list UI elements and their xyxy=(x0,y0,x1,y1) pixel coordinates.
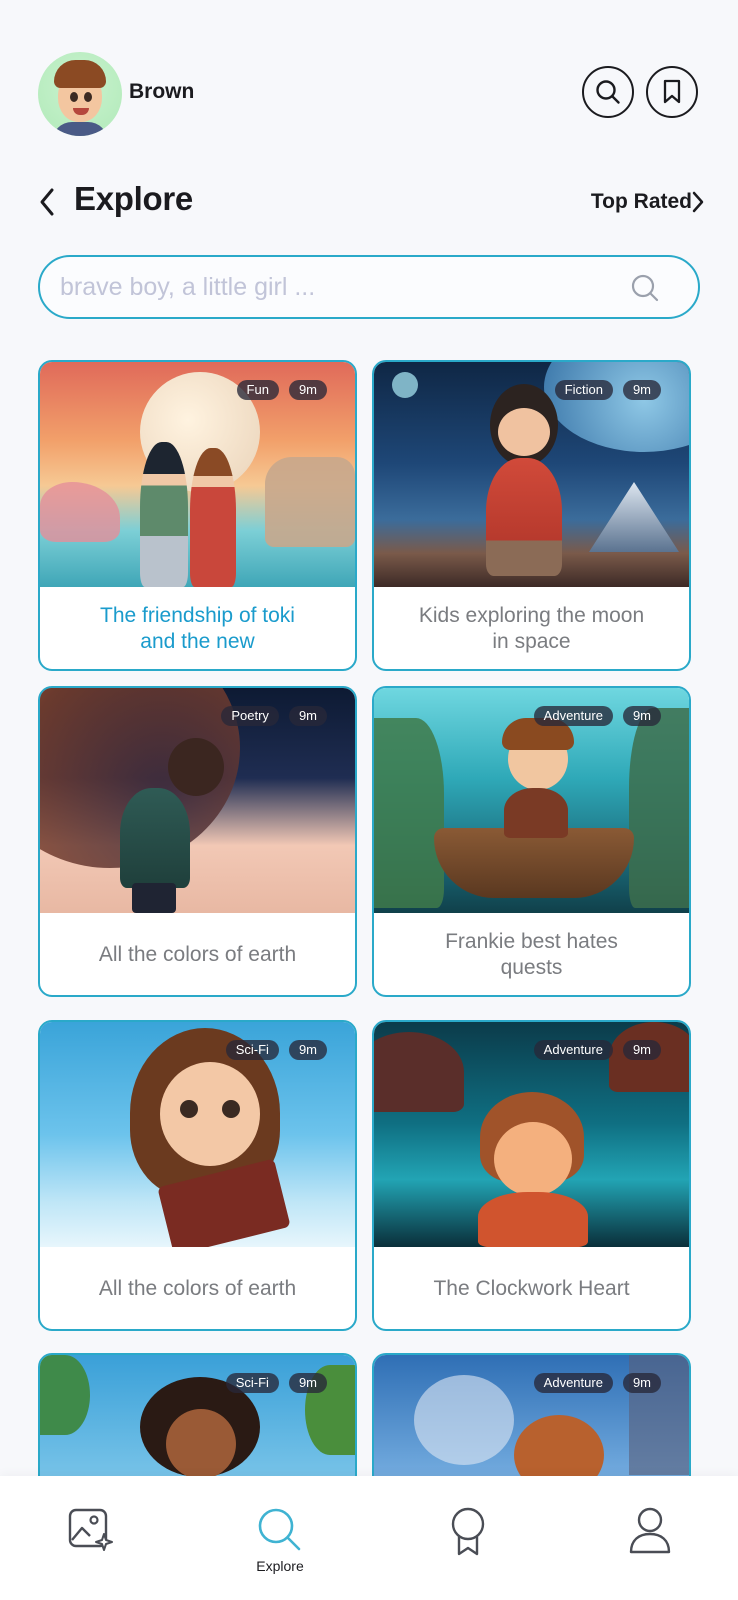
search-button[interactable] xyxy=(582,66,634,118)
award-badge-icon xyxy=(451,1507,485,1556)
back-button[interactable] xyxy=(34,184,60,220)
gallery-sparkle-icon xyxy=(68,1508,113,1551)
duration-badge: 9m xyxy=(288,1040,327,1060)
username: Brown xyxy=(129,80,195,103)
genre-badge: Adventure xyxy=(533,1373,613,1393)
genre-badge: Adventure xyxy=(533,706,613,726)
story-card[interactable]: Adventure 9m The Clockwork Heart xyxy=(372,1020,691,1331)
search-input[interactable] xyxy=(60,257,620,317)
bookmark-button[interactable] xyxy=(646,66,698,118)
search-icon xyxy=(258,1508,301,1551)
top-rated-link[interactable]: Top Rated xyxy=(591,190,692,214)
story-card[interactable]: Sci-Fi 9m All the colors of earth xyxy=(38,1020,357,1331)
duration-badge: 9m xyxy=(288,1373,327,1393)
nav-awards[interactable] xyxy=(428,1506,508,1586)
story-title: Frankie best hates quests xyxy=(445,930,618,979)
duration-badge: 9m xyxy=(622,380,661,400)
chevron-left-icon xyxy=(40,188,54,216)
story-card[interactable]: Fiction 9m Kids exploring the moon in sp… xyxy=(372,360,691,671)
duration-badge: 9m xyxy=(622,1040,661,1060)
duration-badge: 9m xyxy=(622,1373,661,1393)
genre-badge: Fun xyxy=(236,380,279,400)
profile-header: Brown xyxy=(38,52,700,136)
genre-badge: Fiction xyxy=(554,380,613,400)
nav-explore-label: Explore xyxy=(256,1558,304,1574)
genre-badge: Poetry xyxy=(221,706,279,726)
duration-badge: 9m xyxy=(288,706,327,726)
page-title: Explore xyxy=(74,180,193,217)
chevron-right-icon[interactable] xyxy=(692,190,706,214)
bottom-nav: Explore xyxy=(0,1476,738,1600)
search-icon[interactable] xyxy=(630,273,660,303)
genre-badge: Adventure xyxy=(533,1040,613,1060)
search-bar[interactable] xyxy=(38,255,700,319)
story-card[interactable]: Fun 9m The friendship of toki and the ne… xyxy=(38,360,357,671)
profile-icon xyxy=(629,1507,671,1554)
nav-gallery[interactable] xyxy=(50,1506,130,1586)
genre-badge: Sci-Fi xyxy=(225,1373,279,1393)
story-title: The friendship of toki and the new xyxy=(100,604,295,653)
story-title: All the colors of earth xyxy=(98,943,297,966)
nav-explore[interactable]: Explore xyxy=(240,1506,320,1586)
duration-badge: 9m xyxy=(288,380,327,400)
story-title: Kids exploring the moon in space xyxy=(418,604,645,653)
bookmark-icon xyxy=(663,79,681,104)
search-icon xyxy=(596,80,620,104)
avatar[interactable] xyxy=(38,52,122,136)
duration-badge: 9m xyxy=(622,706,661,726)
nav-profile[interactable] xyxy=(610,1506,690,1586)
title-row: Explore Top Rated xyxy=(34,180,706,224)
story-title: All the colors of earth xyxy=(98,1277,297,1300)
story-title: The Clockwork Heart xyxy=(433,1277,630,1300)
story-card[interactable]: Adventure 9m Frankie best hates quests xyxy=(372,686,691,997)
genre-badge: Sci-Fi xyxy=(225,1040,279,1060)
story-card[interactable]: Poetry 9m All the colors of earth xyxy=(38,686,357,997)
